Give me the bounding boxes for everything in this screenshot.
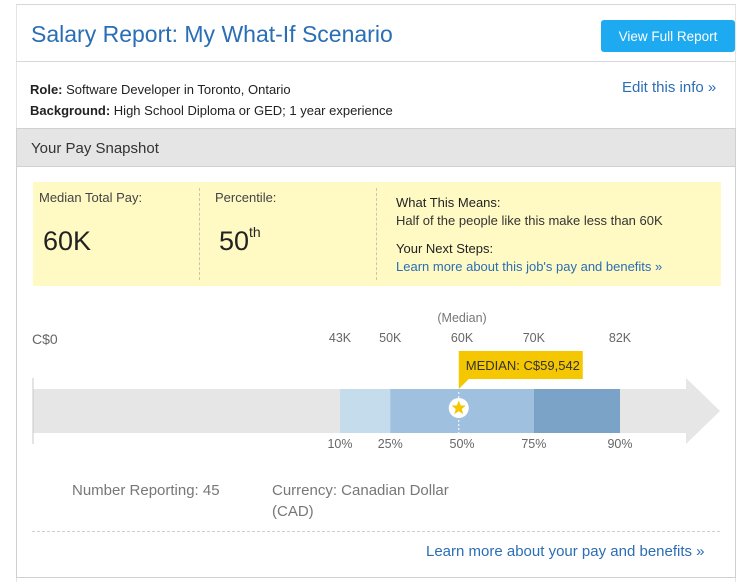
percentile-label: 25% xyxy=(378,437,403,451)
value-label: 70K xyxy=(523,331,546,345)
percentile-label: 90% xyxy=(607,437,632,451)
pay-range-segment xyxy=(340,389,391,433)
pay-range-segment xyxy=(533,389,620,433)
currency-code: (CAD) xyxy=(272,503,314,520)
percentile-label: 75% xyxy=(521,437,546,451)
median-callout-text: MEDIAN: C$59,542 xyxy=(466,358,580,373)
percentile-label: 10% xyxy=(327,437,352,451)
median-caption: (Median) xyxy=(437,311,486,325)
pay-benefits-link[interactable]: Learn more about your pay and benefits » xyxy=(426,543,705,560)
value-label: 43K xyxy=(329,331,352,345)
footer-divider xyxy=(32,531,720,532)
percentile-label: 50% xyxy=(450,437,475,451)
currency-info: Currency: Canadian Dollar (CAD) xyxy=(272,480,449,522)
value-label: 50K xyxy=(379,331,402,345)
value-label: 60K xyxy=(451,331,474,345)
value-label: 82K xyxy=(609,331,632,345)
axis-start-label: C$0 xyxy=(32,331,58,347)
currency-line: Currency: Canadian Dollar xyxy=(272,482,449,499)
number-reporting: Number Reporting: 45 xyxy=(72,482,220,499)
